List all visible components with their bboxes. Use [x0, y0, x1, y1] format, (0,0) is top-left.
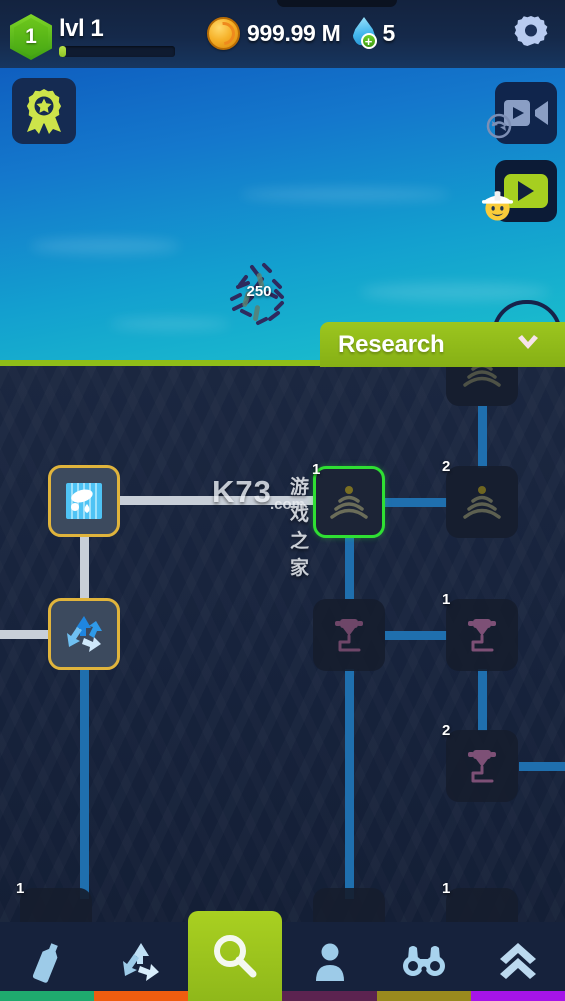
link-press-a-down — [345, 669, 354, 899]
sonar-icon — [463, 486, 501, 519]
node-ball-bottom[interactable]: 1 — [442, 880, 518, 922]
node-press-c[interactable]: 2 — [442, 722, 518, 802]
nav-strip-bottle — [0, 991, 95, 1001]
recycle-icon — [123, 942, 160, 981]
debris-cluster[interactable]: 250 — [218, 253, 300, 335]
link-recycle-left — [0, 630, 48, 639]
nav-item-recycle[interactable] — [94, 922, 189, 1001]
press-machine-icon — [468, 750, 496, 783]
double-chevron-up-icon — [499, 942, 536, 979]
link-press-c-right — [519, 762, 565, 771]
water-drop-icon: + — [350, 17, 379, 50]
bottle-icon — [32, 942, 58, 983]
hire-worker-button[interactable] — [481, 160, 557, 222]
research-title: Research — [338, 330, 445, 358]
gear-node-icon — [33, 901, 79, 922]
node-level-badge: 2 — [442, 722, 451, 739]
watch-ad-button[interactable] — [486, 82, 557, 144]
hidden-node-icon — [326, 901, 372, 922]
link-sonartop-to-sonar2 — [478, 406, 487, 468]
node-hidden-bottom[interactable] — [313, 888, 385, 922]
cloud-decoration — [110, 318, 230, 330]
level-number: 1 — [25, 24, 37, 48]
water-filter-icon — [66, 483, 102, 519]
nav-item-research[interactable] — [188, 911, 283, 1001]
bottom-navigation — [0, 911, 565, 1001]
recycle-icon — [67, 616, 102, 652]
node-level-badge: 2 — [442, 458, 451, 475]
sonar-icon — [330, 486, 368, 519]
nav-strip-recycle — [94, 991, 189, 1001]
node-gear-bottom[interactable]: 1 — [16, 880, 92, 922]
construction-worker-icon — [481, 191, 514, 221]
cloud-decoration — [240, 188, 450, 201]
nav-strip-scout — [376, 991, 471, 1001]
link-press-a-to-b — [385, 631, 447, 640]
chevron-down-icon[interactable] — [515, 333, 541, 355]
node-level-badge: 1 — [16, 880, 25, 897]
currency-group: 999.99 M + 5 — [207, 17, 395, 50]
node-press-a[interactable] — [313, 599, 385, 671]
status-notch — [277, 0, 397, 7]
link-sonar-to-press — [345, 537, 354, 599]
level-hex-badge: 1 — [10, 14, 52, 60]
research-tree-canvas[interactable]: 1 2 1 2 1 1 K73 .com 游戏之家 — [0, 366, 565, 922]
press-machine-icon — [335, 619, 363, 652]
node-water-filter[interactable] — [48, 465, 120, 537]
add-gem-icon[interactable]: + — [360, 33, 377, 49]
nav-strip-crew — [282, 991, 377, 1001]
nav-item-scout[interactable] — [376, 922, 471, 1001]
sonar-icon — [463, 366, 501, 387]
link-press-b-to-c — [478, 669, 487, 731]
cloud-decoration — [30, 238, 180, 254]
game-screen: 250 1 lvl 1 999.99 M + 5 Research 1 2 1 … — [0, 0, 565, 1001]
cloud-decoration — [360, 283, 550, 301]
node-recycle[interactable] — [48, 598, 120, 670]
nav-item-crew[interactable] — [282, 922, 377, 1001]
research-panel-header[interactable]: Research — [320, 322, 565, 367]
refresh-icon — [486, 113, 512, 139]
debris-count-label: 250 — [246, 283, 272, 300]
level-progress-fill — [59, 46, 66, 57]
award-ribbon-icon — [26, 89, 62, 134]
node-sonar-top[interactable] — [446, 366, 518, 406]
link-sonar-to-sonar2 — [385, 498, 447, 507]
gear-icon — [514, 16, 548, 46]
press-machine-icon — [468, 619, 496, 652]
person-icon — [315, 943, 344, 981]
binoculars-icon — [402, 945, 445, 976]
coin-icon — [207, 17, 240, 50]
gem-group[interactable]: + 5 — [350, 17, 396, 50]
link-recycle-down — [80, 669, 89, 899]
settings-button[interactable] — [511, 14, 551, 54]
link-filter-to-recycle — [80, 537, 89, 599]
watermark-tagline: 游戏之家 — [290, 477, 310, 579]
node-sonar-selected[interactable]: 1 — [312, 461, 385, 538]
node-level-badge: 1 — [442, 880, 451, 897]
play-icon — [518, 181, 534, 201]
search-icon — [214, 935, 257, 978]
achievements-button[interactable] — [12, 78, 76, 144]
gem-amount-label: 5 — [382, 20, 396, 46]
level-label: lvl 1 — [59, 15, 104, 42]
coin-amount-label: 999.99 M — [247, 20, 341, 46]
level-indicator[interactable]: 1 lvl 1 — [10, 14, 175, 60]
level-text-block: lvl 1 — [59, 17, 175, 57]
node-press-b[interactable]: 1 — [442, 591, 518, 671]
node-level-badge: 1 — [312, 461, 321, 478]
nav-item-upgrade[interactable] — [470, 922, 565, 1001]
node-sonar-2[interactable]: 2 — [442, 458, 518, 538]
nav-item-bottle[interactable] — [0, 922, 95, 1001]
level-progress-bar — [59, 46, 175, 57]
nav-strip-upgrade — [470, 991, 565, 1001]
ball-node-icon — [459, 901, 505, 922]
top-hud-bar: 1 lvl 1 999.99 M + 5 — [0, 0, 565, 68]
node-level-badge: 1 — [442, 591, 451, 608]
link-filter-to-sonar — [120, 496, 315, 505]
